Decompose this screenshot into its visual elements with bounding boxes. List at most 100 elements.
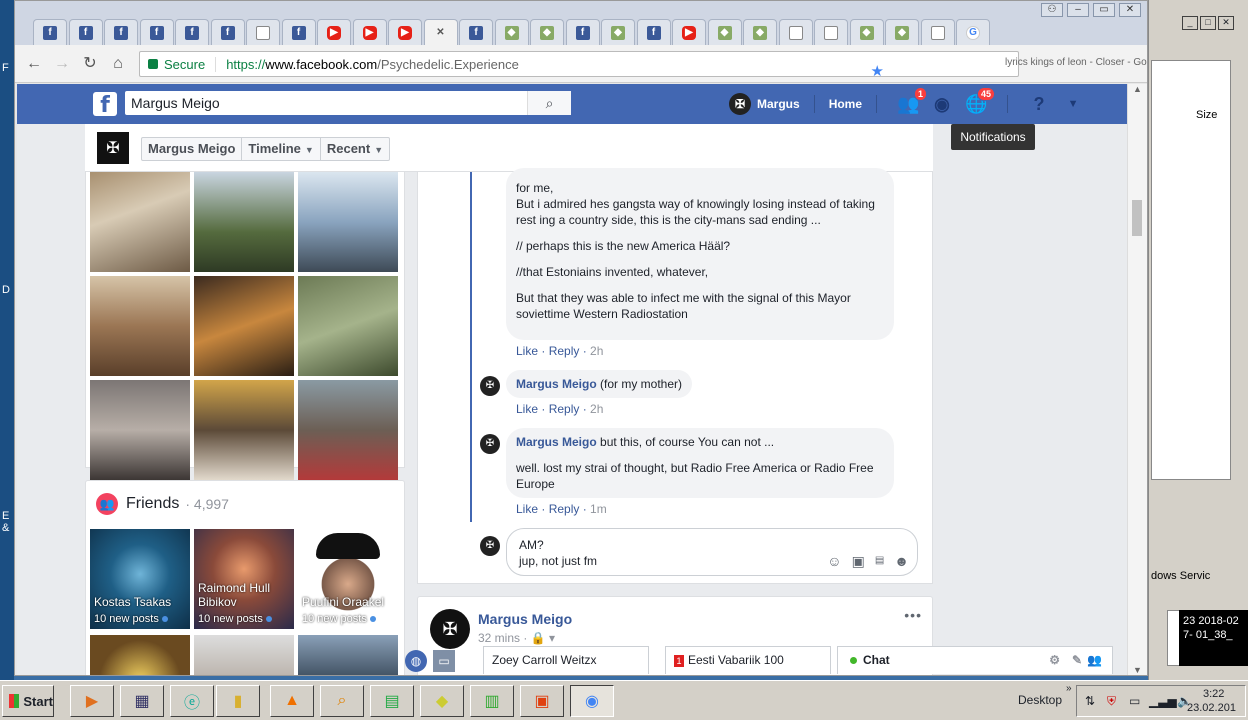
- browser-tab[interactable]: ▶: [317, 19, 351, 45]
- browser-tab[interactable]: [246, 19, 280, 45]
- camera-icon[interactable]: ▣: [852, 553, 865, 569]
- page-scrollbar[interactable]: ▲ ▼: [1127, 84, 1147, 675]
- help-icon[interactable]: ?: [1028, 93, 1050, 115]
- browser-tab[interactable]: [814, 19, 848, 45]
- browser-tab[interactable]: ▶: [388, 19, 422, 45]
- maximize-button[interactable]: □: [1200, 16, 1216, 30]
- browser-tab[interactable]: f: [459, 19, 493, 45]
- chat-main-tab[interactable]: Chat ⚙ ✎ 👥: [837, 646, 1113, 674]
- profile-name-button[interactable]: Margus Meigo: [142, 138, 243, 160]
- like-link[interactable]: Like: [516, 344, 538, 358]
- back-icon[interactable]: ←: [23, 53, 45, 75]
- photo-thumbnail[interactable]: [90, 172, 190, 272]
- security-icon[interactable]: ⛨: [1107, 694, 1116, 709]
- timeline-button[interactable]: Timeline ▼: [242, 138, 321, 160]
- folder-icon[interactable]: ▮: [216, 685, 260, 717]
- device-icon[interactable]: ▭: [1129, 694, 1140, 708]
- scroll-thumb[interactable]: [1132, 200, 1142, 236]
- browser-tab[interactable]: [778, 19, 813, 45]
- gif-icon[interactable]: ▤: [875, 553, 884, 569]
- group-icon[interactable]: 👥: [1087, 647, 1102, 673]
- photo-thumbnail[interactable]: [298, 172, 398, 272]
- close-tab-icon[interactable]: ✕: [434, 26, 448, 40]
- chat-icon[interactable]: ▭: [433, 650, 455, 672]
- maximize-button[interactable]: ▭: [1093, 3, 1115, 17]
- notes-icon[interactable]: ◆: [420, 685, 464, 717]
- profile-link[interactable]: Margus: [757, 97, 800, 111]
- chevron-icon[interactable]: »: [1066, 683, 1072, 694]
- close-button[interactable]: ✕: [1119, 3, 1141, 17]
- browser-tab[interactable]: ◆: [849, 19, 884, 45]
- close-button[interactable]: ✕: [1218, 16, 1234, 30]
- friends-title[interactable]: Friends: [126, 495, 179, 513]
- browser-tab[interactable]: ◆: [885, 19, 919, 45]
- browser-tab[interactable]: f: [33, 19, 67, 45]
- home-icon[interactable]: ⌂: [107, 53, 129, 75]
- browser-tab[interactable]: f: [636, 19, 671, 45]
- browser-tab[interactable]: ▶: [672, 19, 706, 45]
- facebook-logo-icon[interactable]: f: [93, 92, 117, 118]
- browser-tab[interactable]: ◆: [494, 19, 529, 45]
- friend-tile[interactable]: [90, 635, 190, 675]
- user-icon[interactable]: ⚇: [1041, 3, 1063, 17]
- avatar[interactable]: ✠: [480, 536, 500, 556]
- browser-tab[interactable]: ▶: [352, 19, 387, 45]
- avatar[interactable]: ✠: [480, 376, 500, 396]
- browser-tab[interactable]: f: [175, 19, 209, 45]
- browser-tab[interactable]: ◆: [707, 19, 742, 45]
- chart-app-icon[interactable]: ▥: [470, 685, 514, 717]
- friend-tile[interactable]: [298, 635, 398, 675]
- browser-tab[interactable]: ◆: [743, 19, 777, 45]
- start-button[interactable]: Start: [2, 685, 54, 717]
- friend-requests-icon[interactable]: 👥 1: [897, 87, 928, 115]
- account-menu-icon[interactable]: ▼: [1062, 93, 1084, 115]
- browser-tab[interactable]: f: [281, 19, 316, 45]
- browser-tab[interactable]: f: [565, 19, 600, 45]
- avatar[interactable]: ✠: [480, 434, 500, 454]
- chat-tab[interactable]: Zoey Carroll Weitzx: [483, 646, 649, 674]
- reply-link[interactable]: Reply: [549, 344, 580, 358]
- browser-tab[interactable]: ◆: [530, 19, 564, 45]
- friend-tile[interactable]: [194, 635, 294, 675]
- photo-thumbnail[interactable]: [90, 380, 190, 480]
- search-icon[interactable]: ⌕: [527, 91, 571, 115]
- friend-tile[interactable]: Raimond Hull Bibikov 10 new posts: [194, 529, 294, 629]
- photo-thumbnail[interactable]: [194, 380, 294, 480]
- minimize-button[interactable]: _: [1182, 16, 1198, 30]
- post-author[interactable]: Margus Meigo: [478, 611, 572, 627]
- forward-icon[interactable]: →: [51, 53, 73, 75]
- browser-tab[interactable]: G: [956, 19, 990, 45]
- photo-thumbnail[interactable]: [194, 276, 294, 376]
- recent-button[interactable]: Recent ▼: [321, 138, 389, 160]
- compose-icon[interactable]: ✎: [1072, 647, 1082, 673]
- home-link[interactable]: Home: [829, 97, 862, 111]
- bookmark-star-icon[interactable]: ★: [871, 62, 884, 80]
- browser-tab[interactable]: f: [68, 19, 103, 45]
- reply-link[interactable]: Reply: [549, 402, 580, 416]
- emoji-icon[interactable]: ☺: [827, 553, 841, 569]
- comment-author[interactable]: Margus Meigo: [516, 435, 597, 449]
- avatar[interactable]: ✠: [729, 93, 751, 115]
- like-link[interactable]: Like: [516, 402, 538, 416]
- column-header-size[interactable]: Size: [1196, 109, 1217, 121]
- browser-tab[interactable]: ✕: [423, 19, 458, 45]
- browser-tab[interactable]: ◆: [601, 19, 635, 45]
- friend-tile[interactable]: Puufini Oraakel 10 new posts: [298, 529, 398, 629]
- comment-author[interactable]: Margus Meigo: [516, 377, 597, 391]
- more-options-icon[interactable]: •••: [904, 607, 922, 623]
- avatar[interactable]: ✠: [430, 609, 470, 649]
- chat-tab[interactable]: 1 Eesti Vabariik 100: [665, 646, 831, 674]
- address-bar[interactable]: Secure https:// www.facebook.com /Psyche…: [139, 51, 1019, 80]
- avatar[interactable]: ✠: [97, 132, 129, 164]
- clock-time[interactable]: 3:22: [1203, 688, 1224, 700]
- desktop-toolbar-label[interactable]: Desktop: [1018, 693, 1062, 707]
- photo-thumbnail[interactable]: [298, 276, 398, 376]
- reload-icon[interactable]: ↻: [79, 53, 101, 75]
- friend-tile[interactable]: Kostas Tsakas 10 new posts: [90, 529, 190, 629]
- signal-icon[interactable]: ▁▃▅: [1149, 694, 1177, 708]
- office-icon[interactable]: ▣: [520, 685, 564, 717]
- minimize-button[interactable]: –: [1067, 3, 1089, 17]
- photo-thumbnail[interactable]: [194, 172, 294, 272]
- messenger-icon[interactable]: ◉: [931, 93, 953, 115]
- browser-tab[interactable]: f: [210, 19, 245, 45]
